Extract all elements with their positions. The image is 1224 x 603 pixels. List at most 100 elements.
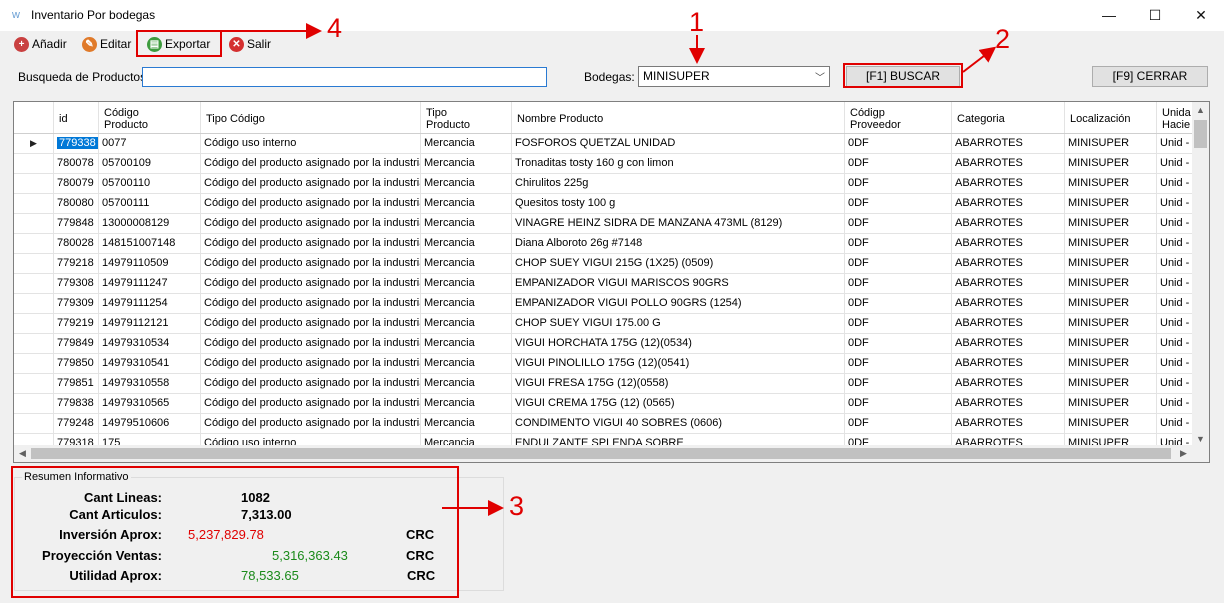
table-cell[interactable]: Unid - [1157, 394, 1197, 414]
exit-button[interactable]: ✕ Salir [227, 34, 273, 54]
table-cell[interactable]: Mercancia [421, 414, 512, 434]
table-row[interactable]: 779219 14979112121 Código del producto asi… [14, 314, 1209, 334]
table-row[interactable]: 779218 14979110509 Código del producto asi… [14, 254, 1209, 274]
table-cell[interactable]: 05700110 [99, 174, 201, 194]
table-cell[interactable]: Mercancia [421, 234, 512, 254]
table-cell[interactable]: CHOP SUEY VIGUI 175.00 G [512, 314, 845, 334]
table-cell[interactable]: Unid - [1157, 334, 1197, 354]
table-cell[interactable]: MINISUPER [1065, 214, 1157, 234]
table-cell[interactable]: ABARROTES [952, 294, 1065, 314]
table-cell[interactable]: 779219 [54, 314, 99, 334]
table-cell[interactable]: MINISUPER [1065, 334, 1157, 354]
table-cell[interactable]: FOSFOROS QUETZAL UNIDAD [512, 134, 845, 154]
table-cell[interactable]: MINISUPER [1065, 394, 1157, 414]
table-cell[interactable]: Código del producto asignado por la indu… [201, 314, 421, 334]
table-cell[interactable]: ABARROTES [952, 154, 1065, 174]
table-row[interactable]: 779848 13000008129 Código del producto asi… [14, 214, 1209, 234]
table-cell[interactable]: 14979310558 [99, 374, 201, 394]
row-header[interactable] [14, 354, 54, 374]
table-cell[interactable]: MINISUPER [1065, 294, 1157, 314]
column-header[interactable]: Categoria [952, 102, 1065, 133]
table-cell[interactable]: 780080 [54, 194, 99, 214]
column-header[interactable]: Nombre Producto [512, 102, 845, 133]
table-cell[interactable]: 780079 [54, 174, 99, 194]
table-cell[interactable]: 779838 [54, 394, 99, 414]
table-cell[interactable]: 148151007148 [99, 234, 201, 254]
table-cell[interactable]: 779248 [54, 414, 99, 434]
table-row[interactable]: 780028 148151007148 Código del producto as… [14, 234, 1209, 254]
table-row[interactable]: 779309 14979111254 Código del producto asi… [14, 294, 1209, 314]
row-header[interactable] [14, 214, 54, 234]
table-row[interactable]: 779851 14979310558 Código del producto asi… [14, 374, 1209, 394]
table-cell[interactable]: ABARROTES [952, 414, 1065, 434]
table-cell[interactable]: 14979310534 [99, 334, 201, 354]
current-row-indicator-icon[interactable]: ▶ [14, 134, 54, 154]
maximize-button[interactable]: ☐ [1132, 0, 1178, 31]
table-cell[interactable]: VIGUI CREMA 175G (12) (0565) [512, 394, 845, 414]
table-row[interactable]: 779308 14979111247 Código del producto asi… [14, 274, 1209, 294]
table-cell[interactable]: 0DF [845, 414, 952, 434]
table-cell[interactable]: Código del producto asignado por la indu… [201, 254, 421, 274]
table-cell[interactable]: Código del producto asignado por la indu… [201, 414, 421, 434]
row-header[interactable] [14, 174, 54, 194]
table-cell[interactable]: 779848 [54, 214, 99, 234]
table-cell[interactable]: 14979111254 [99, 294, 201, 314]
column-header[interactable]: Tipo Producto [421, 102, 512, 133]
table-cell[interactable]: MINISUPER [1065, 374, 1157, 394]
table-cell[interactable]: Diana Alboroto 26g #7148 [512, 234, 845, 254]
table-cell[interactable]: Mercancia [421, 354, 512, 374]
table-cell[interactable]: Mercancia [421, 174, 512, 194]
table-cell[interactable]: Código del producto asignado por la indu… [201, 234, 421, 254]
table-cell[interactable]: 779849 [54, 334, 99, 354]
table-cell[interactable]: Código del producto asignado por la indu… [201, 214, 421, 234]
table-cell[interactable]: Unid - [1157, 374, 1197, 394]
table-cell[interactable]: MINISUPER [1065, 154, 1157, 174]
table-cell[interactable]: ABARROTES [952, 354, 1065, 374]
table-cell[interactable]: MINISUPER [1065, 174, 1157, 194]
table-cell[interactable]: Tronaditas tosty 160 g con limon [512, 154, 845, 174]
table-cell[interactable]: 779218 [54, 254, 99, 274]
row-header[interactable] [14, 154, 54, 174]
table-cell[interactable]: 779851 [54, 374, 99, 394]
table-cell[interactable]: 0DF [845, 174, 952, 194]
search-input[interactable] [142, 67, 547, 87]
table-cell[interactable]: ABARROTES [952, 314, 1065, 334]
table-cell[interactable]: Código del producto asignado por la indu… [201, 194, 421, 214]
table-cell[interactable]: Mercancia [421, 154, 512, 174]
table-cell[interactable]: Unid - [1157, 314, 1197, 334]
table-cell[interactable]: 0DF [845, 194, 952, 214]
scroll-thumb[interactable] [31, 448, 1171, 459]
table-cell[interactable]: Mercancia [421, 194, 512, 214]
table-cell[interactable]: VIGUI PINOLILLO 175G (12)(0541) [512, 354, 845, 374]
table-cell[interactable]: Código del producto asignado por la indu… [201, 334, 421, 354]
table-cell[interactable]: Unid - [1157, 294, 1197, 314]
table-cell[interactable]: 0DF [845, 134, 952, 154]
row-header[interactable] [14, 334, 54, 354]
table-cell[interactable]: 0077 [99, 134, 201, 154]
table-cell[interactable]: Mercancia [421, 394, 512, 414]
row-header[interactable] [14, 394, 54, 414]
table-row[interactable]: 779838 14979310565 Código del producto asi… [14, 394, 1209, 414]
table-row[interactable]: 779849 14979310534 Código del producto asi… [14, 334, 1209, 354]
table-cell[interactable]: 14979112121 [99, 314, 201, 334]
table-cell[interactable]: Mercancia [421, 314, 512, 334]
row-header[interactable] [14, 414, 54, 434]
table-cell[interactable]: Unid - [1157, 174, 1197, 194]
table-cell[interactable]: ABARROTES [952, 274, 1065, 294]
horizontal-scrollbar[interactable]: ◀ ▶ [14, 445, 1209, 462]
scroll-thumb[interactable] [1194, 120, 1207, 148]
vertical-scrollbar[interactable]: ▲ ▼ [1192, 102, 1209, 447]
row-header[interactable] [14, 274, 54, 294]
table-row[interactable]: ▶ 779338 0077 Código uso interno Mercancia FO… [14, 134, 1209, 154]
table-cell[interactable]: 14979110509 [99, 254, 201, 274]
row-header[interactable] [14, 314, 54, 334]
row-header[interactable] [14, 194, 54, 214]
table-cell[interactable]: ABARROTES [952, 254, 1065, 274]
table-cell[interactable]: VINAGRE HEINZ SIDRA DE MANZANA 473ML (81… [512, 214, 845, 234]
scroll-up-icon[interactable]: ▲ [1192, 102, 1209, 118]
table-cell[interactable]: 779309 [54, 294, 99, 314]
table-cell[interactable]: 05700109 [99, 154, 201, 174]
table-cell[interactable]: Código del producto asignado por la indu… [201, 154, 421, 174]
table-cell[interactable]: EMPANIZADOR VIGUI POLLO 90GRS (1254) [512, 294, 845, 314]
table-cell[interactable]: MINISUPER [1065, 194, 1157, 214]
